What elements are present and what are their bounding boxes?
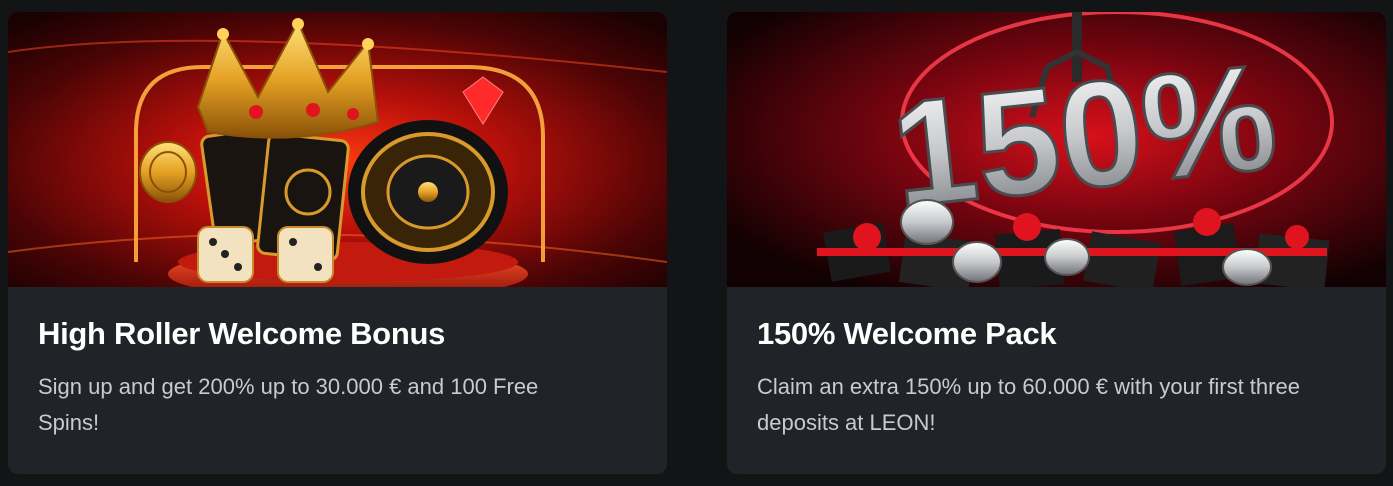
promo-card-high-roller[interactable]: High Roller Welcome Bonus Sign up and ge… [8,12,667,474]
promotions-grid: High Roller Welcome Bonus Sign up and ge… [0,0,1393,486]
promo-description: Sign up and get 200% up to 30.000 € and … [38,374,539,435]
promo-description: Claim an extra 150% up to 60.000 € with … [757,374,1300,435]
crown-roulette-illustration-icon [8,12,667,287]
promo-banner-image: 150% [727,12,1386,287]
promo-title: High Roller Welcome Bonus [38,316,446,351]
150-percent-gifts-illustration-icon: 150% [727,12,1386,287]
promo-title: 150% Welcome Pack [757,316,1057,351]
promo-banner-image [8,12,667,287]
promo-card-welcome-pack[interactable]: 150% 150% Welcome Pack Claim an extra 15… [727,12,1386,474]
